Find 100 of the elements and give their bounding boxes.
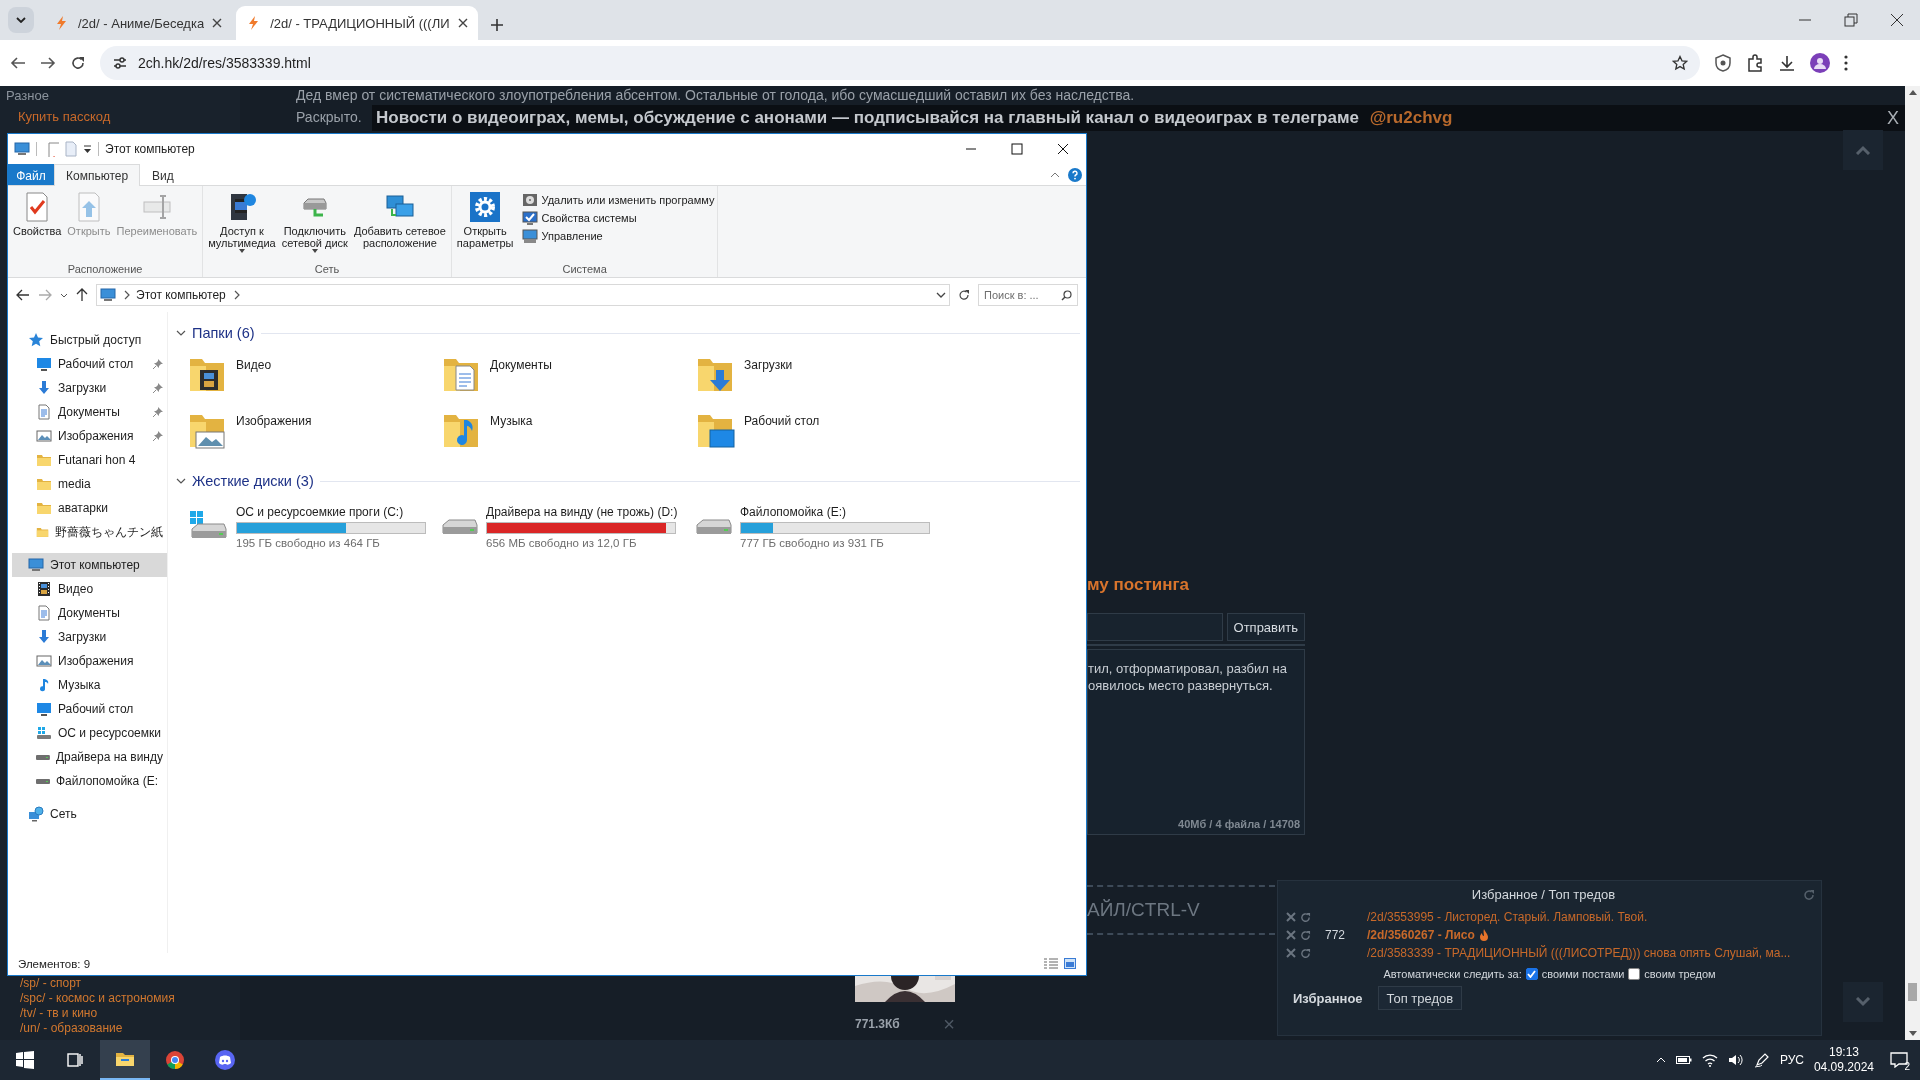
folder-item[interactable]: Документы	[442, 350, 696, 406]
language-indicator[interactable]: РУС	[1779, 1053, 1804, 1067]
nav-item[interactable]: Рабочий стол	[12, 697, 167, 721]
notification-icon[interactable]	[1890, 1052, 1908, 1068]
nav-item[interactable]: Сеть	[12, 802, 167, 826]
panel-tab[interactable]: Топ тредов	[1377, 986, 1463, 1010]
scroll-top-button[interactable]	[1843, 130, 1883, 170]
comment-field[interactable]: тил, отформатировал, разбил на оявилось место развернуться. 40Мб / 4 файла / 14708	[1087, 649, 1305, 835]
subject-field[interactable]	[1087, 613, 1223, 641]
forward-arrow-icon[interactable]	[40, 55, 56, 71]
folder-item[interactable]: Видео	[188, 350, 442, 406]
help-icon[interactable]	[1068, 167, 1082, 182]
nav-item[interactable]: Документы	[12, 400, 167, 424]
clock[interactable]: 19:13 04.09.2024	[1813, 1045, 1874, 1075]
thread-link[interactable]: /2d/3553995 - Листоред. Старый. Ламповый. Твой.	[1367, 910, 1648, 924]
nav-item[interactable]: аватарки	[12, 496, 167, 520]
refresh-icon[interactable]	[958, 289, 970, 301]
sidebar-link[interactable]: Купить пасскод	[18, 109, 240, 124]
nav-item[interactable]: Видео	[12, 577, 167, 601]
board-link[interactable]: /spc/ - космос и астрономия	[20, 991, 240, 1006]
drive-name[interactable]: Драйвера на винду (не трожь) (D:)	[486, 505, 678, 519]
ribbon-button[interactable]: Добавить сетевое расположение	[351, 189, 448, 263]
address-bar[interactable]: 2ch.hk/2d/res/3583339.html	[100, 46, 1700, 80]
nav-item[interactable]: ОС и ресурсоемки	[12, 721, 167, 745]
nav-item[interactable]: 野薔薇ちゃんチン紙	[12, 520, 167, 544]
ribbon-button[interactable]: Свойства системы	[521, 210, 715, 226]
ribbon-tab[interactable]: Компьютер	[54, 164, 141, 186]
address-field[interactable]: Этот компьютер	[96, 284, 950, 306]
ribbon-button[interactable]: Подключить сетевой диск	[279, 189, 350, 263]
folder-item[interactable]: Музыка	[442, 406, 696, 462]
close-banner-button[interactable]: X	[1887, 107, 1905, 129]
folder-item[interactable]: Рабочий стол	[696, 406, 950, 462]
remove-icon[interactable]	[1286, 930, 1296, 940]
remove-icon[interactable]	[1286, 912, 1296, 922]
scroll-thumb[interactable]	[1908, 983, 1917, 1001]
chevron-down-icon[interactable]	[936, 292, 946, 298]
nav-item[interactable]: Этот компьютер	[12, 553, 167, 577]
scrollbar[interactable]	[1905, 86, 1920, 1040]
back-arrow-icon[interactable]	[10, 55, 26, 71]
menu-icon[interactable]	[1844, 55, 1848, 71]
ribbon-button[interactable]: Управление	[521, 228, 715, 244]
reload-icon[interactable]	[70, 55, 86, 71]
panel-tab[interactable]: Избранное	[1284, 986, 1372, 1010]
nav-item[interactable]: Рабочий стол	[12, 352, 167, 376]
ribbon-tab[interactable]: Файл	[8, 164, 54, 185]
nav-item[interactable]: Загрузки	[12, 376, 167, 400]
chevron-down-icon[interactable]	[60, 292, 68, 298]
tab-search-button[interactable]	[8, 7, 34, 33]
board-link[interactable]: /tv/ - тв и кино	[20, 1006, 240, 1021]
close-icon[interactable]	[457, 18, 468, 28]
nav-item[interactable]: Futanari hon 4	[12, 448, 167, 472]
puzzle-icon[interactable]	[1746, 54, 1764, 72]
nav-item[interactable]: Загрузки	[12, 625, 167, 649]
close-icon[interactable]	[212, 18, 223, 28]
nav-item[interactable]: Файлопомойка (E:	[12, 769, 167, 793]
board-link[interactable]: /sp/ - спорт	[20, 976, 240, 991]
nav-item[interactable]: Изображения	[12, 649, 167, 673]
checkbox[interactable]	[1628, 968, 1641, 980]
nav-item[interactable]: Драйвера на винду	[12, 745, 167, 769]
battery-icon[interactable]	[1675, 1055, 1692, 1065]
customize-arrow-icon[interactable]	[83, 144, 92, 154]
browser-tab[interactable]: /2d/ - Аниме/Беседка	[44, 6, 233, 40]
volume-icon[interactable]	[1727, 1053, 1744, 1067]
board-link[interactable]: /un/ - образование	[20, 1021, 240, 1036]
up-arrow-icon[interactable]	[76, 288, 88, 302]
star-icon[interactable]	[1672, 55, 1688, 71]
ribbon-button[interactable]: Доступ к мультимедиа	[206, 189, 278, 263]
scroll-bottom-button[interactable]	[1843, 982, 1883, 1022]
thread-link[interactable]: /2d/3583339 - ТРАДИЦИОННЫЙ (((ЛИСОТРЕД))) снова опять Слушай, ма...	[1367, 946, 1791, 960]
folder-item[interactable]: Загрузки	[696, 350, 950, 406]
drive-name[interactable]: Файлопомойка (E:)	[740, 505, 930, 519]
nav-item[interactable]: Документы	[12, 601, 167, 625]
checkbox[interactable]	[1525, 968, 1538, 980]
search-field[interactable]: Поиск в: ...	[978, 284, 1078, 306]
nav-item[interactable]: Музыка	[12, 673, 167, 697]
drive-name[interactable]: ОС и ресурсоемкие проги (C:)	[236, 505, 426, 519]
shield-icon[interactable]	[1714, 54, 1732, 72]
breadcrumb[interactable]: Этот компьютер	[136, 288, 226, 302]
channel-link[interactable]: @ru2chvg	[1369, 108, 1453, 127]
ribbon-tab[interactable]: Вид	[140, 164, 186, 185]
section-header[interactable]: Папки (6)	[192, 325, 255, 341]
ribbon-button[interactable]: Удалить или изменить программу	[521, 192, 715, 208]
taskbar-button[interactable]	[100, 1040, 150, 1080]
nav-item[interactable]: Изображения	[12, 424, 167, 448]
nav-item[interactable]: Быстрый доступ	[12, 328, 167, 352]
section-header[interactable]: Жесткие диски (3)	[192, 473, 314, 489]
chevron-icon[interactable]	[176, 328, 186, 338]
download-icon[interactable]	[1778, 54, 1796, 72]
site-settings-icon[interactable]	[112, 55, 128, 71]
back-arrow-icon[interactable]	[16, 289, 30, 301]
new-tab-icon[interactable]	[489, 18, 504, 32]
remove-icon[interactable]	[1286, 948, 1296, 958]
pen-icon[interactable]	[1753, 1052, 1770, 1068]
wifi-icon[interactable]	[1701, 1053, 1718, 1067]
large-icons-view-icon[interactable]	[1064, 958, 1076, 969]
thread-link[interactable]: /2d/3560267 - Лисо	[1367, 928, 1475, 942]
ribbon-button[interactable]: Свойства	[11, 189, 64, 263]
folder-item[interactable]: Изображения	[188, 406, 442, 462]
nav-item[interactable]: media	[12, 472, 167, 496]
browser-tab[interactable]: /2d/ - ТРАДИЦИОННЫЙ (((ЛИ	[236, 6, 478, 40]
